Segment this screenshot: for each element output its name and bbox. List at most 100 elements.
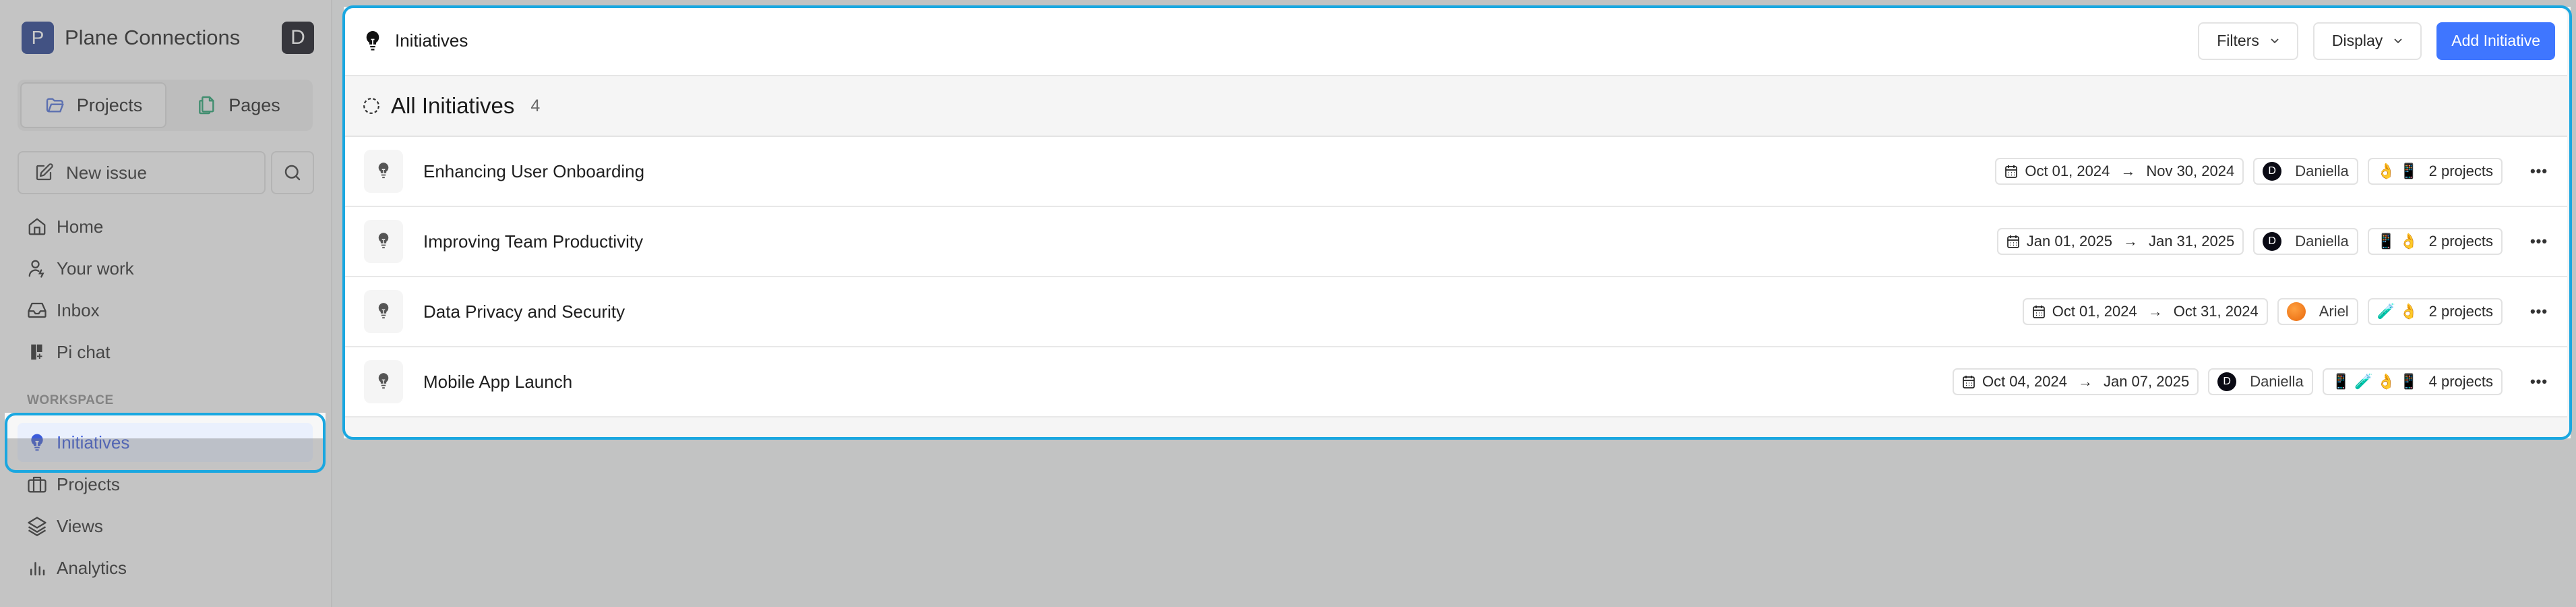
initiative-row[interactable]: Mobile App Launch Oct 04, 2024 → Jan 07, 20… [344, 347, 2567, 417]
sidebar-item-views[interactable]: Views [18, 509, 314, 544]
sidebar-item-label: Home [57, 216, 104, 237]
edit-icon [36, 163, 53, 181]
projects-pill[interactable]: 🧪 👌 2 projects [2367, 298, 2503, 325]
lead-pill[interactable]: D Daniella [2253, 158, 2358, 185]
initiative-properties: Oct 01, 2024 → Oct 31, 2024 Ariel 🧪 👌 2 proje… [2022, 298, 2552, 325]
start-date: Oct 04, 2024 [1982, 373, 2067, 390]
initiative-title[interactable]: Improving Team Productivity [423, 231, 643, 252]
page-header: Initiatives Filters Display Add Initiati… [344, 7, 2567, 76]
calendar-icon [2006, 235, 2019, 248]
header-actions: Filters Display Add Initiative [2198, 22, 2555, 60]
filters-label: Filters [2217, 32, 2259, 49]
sidebar-item-home[interactable]: Home [18, 209, 314, 244]
workspace-switcher[interactable]: P Plane Connections D [22, 22, 314, 54]
bar-chart-icon [30, 562, 45, 576]
more-options-icon[interactable]: ••• [2525, 368, 2552, 395]
end-date: Jan 31, 2025 [2148, 233, 2235, 250]
workspace-name: Plane Connections [65, 26, 241, 49]
initiative-row[interactable]: Data Privacy and Security Oct 01, 2024 → Oc… [344, 277, 2567, 347]
projects-tab-label: Projects [76, 94, 143, 115]
sidebar-item-label: Views [57, 515, 103, 536]
sidebar-item-label: Your work [57, 258, 134, 279]
arrow-right-icon: → [2077, 373, 2093, 390]
date-range-pill[interactable]: Oct 01, 2024 → Nov 30, 2024 [1995, 158, 2244, 185]
lead-avatar: D [2217, 372, 2237, 391]
workspace-logo: P [22, 22, 54, 54]
date-range-pill[interactable]: Oct 01, 2024 → Oct 31, 2024 [2022, 298, 2268, 325]
project-emoji-icons: 🧪 👌 [2376, 303, 2418, 320]
more-options-icon[interactable]: ••• [2525, 158, 2552, 185]
project-emoji-icons: 📱 👌 [2376, 233, 2418, 250]
search-button[interactable] [271, 151, 314, 194]
initiative-row[interactable]: Improving Team Productivity Jan 01, 2025 →… [344, 207, 2567, 277]
projects-count: 2 projects [2428, 233, 2493, 250]
more-options-icon[interactable]: ••• [2525, 228, 2552, 255]
projects-count: 2 projects [2428, 303, 2493, 320]
projects-pill[interactable]: 📱 👌 2 projects [2367, 228, 2503, 255]
display-dropdown[interactable]: Display [2312, 22, 2422, 60]
initiative-icon-box[interactable] [364, 150, 403, 193]
lead-pill[interactable]: D Daniella [2208, 368, 2313, 395]
pages-icon [199, 96, 214, 115]
pages-tab[interactable]: Pages [166, 82, 310, 128]
initiative-icon-box[interactable] [364, 360, 403, 403]
initiative-properties: Jan 01, 2025 → Jan 31, 2025 D Daniella 📱 👌 2 p… [1996, 228, 2552, 255]
new-issue-button[interactable]: New issue [18, 151, 266, 194]
date-range-pill[interactable]: Oct 04, 2024 → Jan 07, 2025 [1952, 368, 2199, 395]
initiative-title[interactable]: Mobile App Launch [423, 372, 572, 393]
lead-avatar: D [2263, 232, 2282, 251]
sidebar: P Plane Connections D Projects Pages New… [0, 0, 332, 607]
lead-avatar [2286, 302, 2306, 321]
sidebar-item-label: Projects [57, 473, 120, 494]
arrow-right-icon: → [2147, 303, 2163, 320]
projects-count: 2 projects [2428, 163, 2493, 179]
lead-pill[interactable]: Ariel [2277, 298, 2358, 325]
group-title: All Initiatives [391, 93, 515, 118]
date-range-pill[interactable]: Jan 01, 2025 → Jan 31, 2025 [1996, 228, 2244, 255]
initiative-properties: Oct 04, 2024 → Jan 07, 2025 D Daniella 📱 🧪 👌 … [1952, 368, 2552, 395]
sidebar-item-your-work[interactable]: Your work [18, 251, 314, 286]
sidebar-item-initiatives[interactable]: Initiatives [18, 423, 313, 462]
display-label: Display [2331, 32, 2383, 49]
sidebar-item-pi-chat[interactable]: Pi chat [18, 335, 314, 370]
filters-dropdown[interactable]: Filters [2198, 22, 2298, 60]
dashed-circle-icon [363, 98, 379, 114]
page-title: Initiatives [395, 30, 468, 51]
projects-tab[interactable]: Projects [20, 82, 166, 128]
briefcase-icon [28, 476, 47, 493]
lead-name: Daniella [2295, 233, 2349, 250]
initiative-title[interactable]: Data Privacy and Security [423, 301, 625, 322]
lightbulb-icon [378, 373, 389, 389]
group-count: 4 [530, 96, 541, 115]
arrow-right-icon: → [2120, 163, 2136, 179]
more-options-icon[interactable]: ••• [2525, 298, 2552, 325]
lead-name: Daniella [2250, 373, 2304, 390]
calendar-icon [1963, 376, 1975, 388]
projects-pill[interactable]: 👌 📱 2 projects [2367, 158, 2503, 185]
projects-pages-toggle: Projects Pages [18, 80, 313, 131]
lightbulb-icon [378, 233, 389, 249]
user-activity-icon [28, 260, 44, 278]
projects-count: 4 projects [2428, 373, 2493, 390]
sidebar-item-label: Pi chat [57, 341, 111, 362]
user-avatar[interactable]: D [282, 22, 314, 54]
projects-pill[interactable]: 📱 🧪 👌 📱 4 projects [2322, 368, 2503, 395]
initiative-icon-box[interactable] [364, 290, 403, 333]
lightbulb-icon [31, 434, 43, 451]
sidebar-item-analytics[interactable]: Analytics [18, 550, 314, 585]
workspace-section-label: WORKSPACE [27, 393, 114, 407]
initiative-properties: Oct 01, 2024 → Nov 30, 2024 D Daniella 👌 📱 2 p… [1995, 158, 2552, 185]
sidebar-item-inbox[interactable]: Inbox [18, 293, 314, 328]
initiative-icon-box[interactable] [364, 220, 403, 263]
sidebar-item-projects[interactable]: Projects [18, 467, 314, 502]
inbox-icon [28, 302, 47, 318]
start-date: Oct 01, 2024 [2052, 303, 2137, 320]
initiative-title[interactable]: Enhancing User Onboarding [423, 161, 644, 182]
folder-icon [46, 98, 64, 113]
lightbulb-icon [378, 303, 389, 319]
start-date: Oct 01, 2024 [2025, 163, 2110, 179]
lead-pill[interactable]: D Daniella [2253, 228, 2358, 255]
initiative-row[interactable]: Enhancing User Onboarding Oct 01, 2024 → No… [344, 137, 2567, 207]
add-initiative-button[interactable]: Add Initiative [2436, 22, 2555, 60]
end-date: Oct 31, 2024 [2173, 303, 2259, 320]
